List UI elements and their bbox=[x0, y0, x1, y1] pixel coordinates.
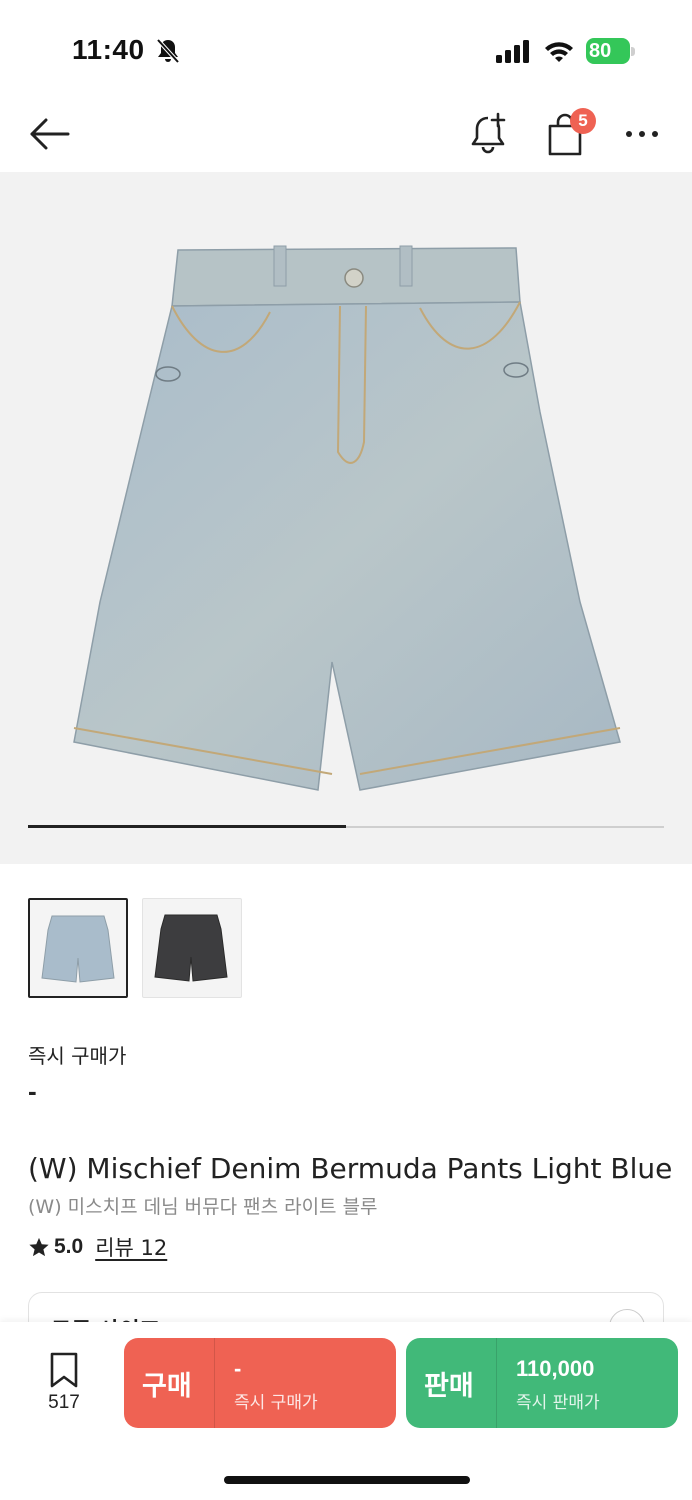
battery-indicator: 80 bbox=[586, 38, 636, 64]
wishlist-count: 517 bbox=[48, 1392, 80, 1413]
wifi-icon bbox=[545, 42, 573, 62]
bell-off-icon bbox=[156, 38, 180, 64]
rating-value: 5.0 bbox=[54, 1235, 84, 1258]
cart-count-badge: 5 bbox=[570, 108, 596, 134]
image-progress-bar bbox=[28, 825, 664, 828]
battery-level: 80 bbox=[589, 40, 612, 62]
sell-button-divider bbox=[496, 1338, 497, 1428]
thumbnail-black[interactable] bbox=[142, 898, 242, 998]
light-blue-shorts-thumb-icon bbox=[41, 915, 115, 983]
wishlist-button[interactable]: 517 bbox=[36, 1352, 92, 1418]
home-indicator[interactable] bbox=[224, 1476, 470, 1484]
sell-button-label: 판매 bbox=[424, 1371, 474, 1402]
cellular-signal-icon bbox=[496, 40, 529, 63]
color-thumbnails bbox=[28, 898, 242, 998]
product-image-carousel[interactable] bbox=[0, 172, 692, 864]
bell-add-icon[interactable] bbox=[468, 112, 508, 154]
product-title-ko: (W) 미스치프 데님 버뮤다 팬츠 라이트 블루 bbox=[28, 1196, 378, 1218]
buy-button[interactable]: 구매 - 즉시 구매가 bbox=[124, 1338, 396, 1428]
back-arrow-icon[interactable] bbox=[28, 114, 72, 154]
buy-button-divider bbox=[214, 1338, 215, 1428]
buy-button-label: 구매 bbox=[142, 1371, 192, 1402]
buy-button-price: - bbox=[234, 1356, 242, 1381]
bottom-action-bar: 517 구매 - 즉시 구매가 판매 110,000 즉시 판매가 bbox=[0, 1322, 692, 1500]
black-shorts-thumb-icon bbox=[154, 914, 228, 982]
product-title-en: (W) Mischief Denim Bermuda Pants Light B… bbox=[28, 1152, 673, 1185]
sell-button-subtitle: 즉시 판매가 bbox=[516, 1393, 600, 1413]
instant-buy-price-label: 즉시 구매가 bbox=[28, 1044, 127, 1068]
image-progress-fill bbox=[28, 825, 346, 828]
thumbnail-light-blue[interactable] bbox=[28, 898, 128, 998]
rating-row: 5.0 리뷰 12 bbox=[28, 1232, 167, 1262]
buy-button-subtitle: 즉시 구매가 bbox=[234, 1393, 318, 1413]
denim-shorts-image bbox=[73, 245, 621, 791]
top-nav: 5 bbox=[0, 100, 692, 172]
battery-cap bbox=[631, 47, 635, 56]
clock: 11:40 bbox=[72, 34, 145, 65]
star-icon bbox=[29, 1237, 49, 1257]
sell-button[interactable]: 판매 110,000 즉시 판매가 bbox=[406, 1338, 678, 1428]
review-link[interactable]: 리뷰 12 bbox=[95, 1232, 167, 1262]
instant-buy-price-value: - bbox=[28, 1076, 37, 1106]
sell-button-price: 110,000 bbox=[516, 1356, 595, 1381]
status-bar: 11:40 80 bbox=[0, 0, 692, 100]
more-icon[interactable] bbox=[624, 126, 660, 142]
bookmark-icon bbox=[50, 1352, 78, 1388]
